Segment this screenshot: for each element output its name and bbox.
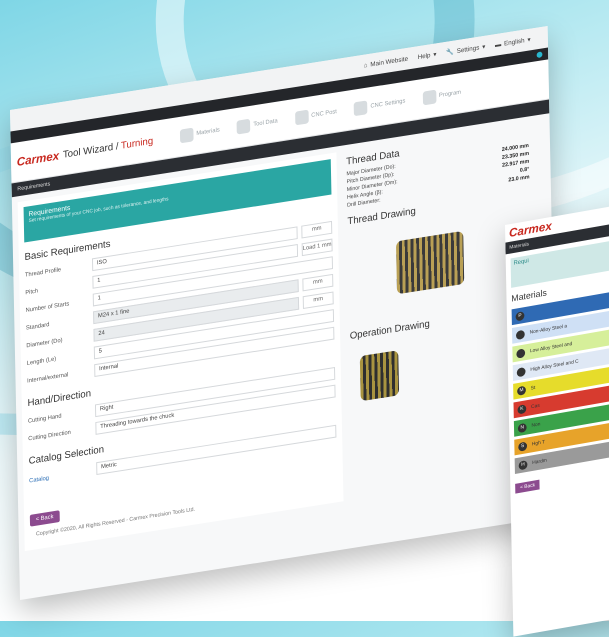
help-menu[interactable]: Help ▾ bbox=[418, 50, 437, 61]
material-badge: S bbox=[518, 440, 528, 452]
materials-window: Carmex Materials Requi Materials P Non-Al… bbox=[505, 199, 609, 637]
wrench-icon: 🔧 bbox=[446, 48, 454, 57]
language-menu[interactable]: ▬ English ▾ bbox=[495, 36, 531, 49]
requirements-panel: Requirements Set requirements of your CN… bbox=[17, 152, 344, 552]
unit-select[interactable]: mm bbox=[302, 273, 334, 292]
material-label: Hardm bbox=[532, 457, 547, 467]
material-badge: N bbox=[517, 422, 527, 433]
material-badge bbox=[516, 366, 526, 377]
material-badge bbox=[516, 347, 526, 359]
material-badge: H bbox=[518, 459, 528, 470]
unit-select[interactable]: mm bbox=[302, 291, 334, 310]
material-badge: M bbox=[517, 385, 526, 396]
thread-coil-image bbox=[395, 230, 465, 295]
status-dot bbox=[536, 51, 543, 59]
material-label: Cas bbox=[531, 402, 540, 411]
step-tool-data[interactable]: Tool Data bbox=[236, 114, 278, 135]
material-label: St bbox=[530, 384, 536, 392]
flag-icon: ▬ bbox=[494, 40, 502, 49]
material-label: High Alloy Steel and C bbox=[530, 358, 579, 373]
step-cnc-settings[interactable]: CNC Settings bbox=[354, 94, 406, 117]
material-label: Non-Alloy Steel a bbox=[529, 323, 568, 336]
material-label: Hgh T bbox=[531, 439, 546, 448]
cnc-icon bbox=[294, 109, 309, 126]
back-button[interactable]: < Back bbox=[29, 510, 60, 527]
main-website-link[interactable]: ⌂ Main Website bbox=[364, 55, 408, 69]
material-badge: P bbox=[515, 310, 525, 321]
carmex-logo: Carmex bbox=[16, 148, 60, 169]
tool-wizard-window: ⌂ Main Website Help ▾ 🔧 Settings ▾ ▬ Englis… bbox=[10, 26, 558, 600]
program-icon bbox=[422, 89, 437, 106]
home-icon: ⌂ bbox=[363, 61, 368, 69]
operation-coil-image bbox=[359, 350, 400, 402]
step-cnc-post[interactable]: CNC Post bbox=[294, 105, 337, 126]
settings-menu[interactable]: 🔧 Settings ▾ bbox=[446, 43, 485, 57]
back-button[interactable]: < Back bbox=[515, 479, 541, 494]
footer-text: Copyright ©2020, All Rights Reserved - C… bbox=[35, 506, 196, 538]
step-program[interactable]: Program bbox=[422, 86, 462, 106]
wizard-title: Tool Wizard / Turning bbox=[62, 135, 154, 161]
materials-icon bbox=[179, 127, 194, 144]
material-label: Non bbox=[531, 421, 541, 429]
tool-icon bbox=[236, 118, 251, 135]
material-badge: K bbox=[517, 403, 527, 415]
unit-select[interactable]: mm bbox=[301, 220, 333, 239]
material-label: Low Alloy Steel and bbox=[529, 341, 573, 355]
material-badge bbox=[515, 329, 525, 340]
load-button[interactable]: Load 1 mm bbox=[301, 238, 333, 257]
catalog-link[interactable]: Catalog bbox=[29, 468, 96, 484]
step-materials[interactable]: Materials bbox=[179, 123, 220, 144]
gears-icon bbox=[354, 100, 368, 117]
